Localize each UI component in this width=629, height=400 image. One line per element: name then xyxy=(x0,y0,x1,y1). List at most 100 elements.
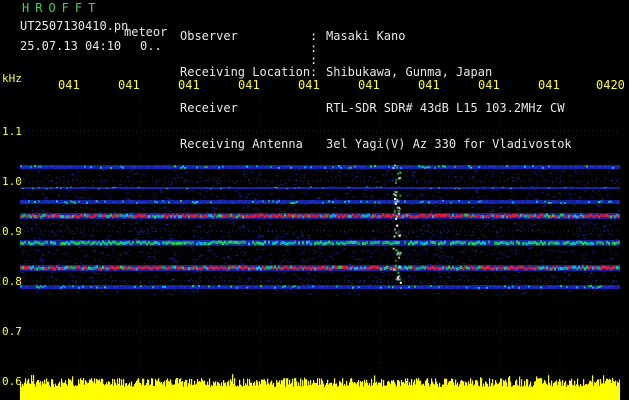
band-pixel xyxy=(204,265,206,269)
noise-speck xyxy=(187,192,190,194)
band-pixel xyxy=(206,186,208,188)
noise-speck xyxy=(325,293,328,295)
band-pixel xyxy=(494,165,496,168)
band-pixel xyxy=(596,266,598,270)
noise-speck xyxy=(211,230,214,232)
noise-speck xyxy=(486,174,489,176)
noise-speck xyxy=(201,204,204,206)
noise-speck xyxy=(583,235,586,237)
band-pixel xyxy=(550,285,552,288)
noise-speck xyxy=(507,178,510,180)
noise-speck xyxy=(222,199,224,200)
noise-speck xyxy=(556,177,559,179)
noise-speck xyxy=(301,283,304,284)
noise-speck xyxy=(382,174,385,176)
band-pixel xyxy=(616,202,618,204)
band-pixel xyxy=(590,213,592,217)
band-pixel xyxy=(350,200,352,203)
band-pixel xyxy=(224,240,226,244)
noise-speck xyxy=(300,211,303,212)
band-pixel xyxy=(232,214,234,218)
noise-speck xyxy=(307,189,310,191)
band-pixel xyxy=(586,187,588,189)
noise-speck xyxy=(601,198,604,200)
band-pixel xyxy=(34,201,36,203)
noise-speck xyxy=(151,226,154,228)
noise-speck xyxy=(277,278,280,280)
band-pixel xyxy=(222,241,224,245)
noise-speck xyxy=(544,205,547,207)
noise-speck xyxy=(286,233,288,235)
noise-speck xyxy=(281,260,284,262)
band-pixel xyxy=(432,286,434,289)
band-pixel xyxy=(540,165,542,168)
noise-speck xyxy=(520,221,523,223)
band-pixel xyxy=(180,200,182,203)
band-pixel xyxy=(366,200,368,203)
noise-speck xyxy=(109,277,112,279)
noise-speck xyxy=(330,176,333,178)
band-pixel xyxy=(484,267,486,271)
noise-speck xyxy=(552,233,555,235)
band-pixel xyxy=(46,214,48,218)
noise-speck xyxy=(176,260,179,262)
noise-speck xyxy=(262,222,265,224)
band-pixel xyxy=(188,267,190,271)
band-pixel xyxy=(302,241,304,245)
noise-speck xyxy=(316,180,319,182)
band-pixel xyxy=(78,200,80,203)
band-pixel xyxy=(236,187,238,189)
noise-speck xyxy=(203,190,206,192)
noise-speck xyxy=(21,249,24,251)
band-pixel xyxy=(370,201,372,204)
noise-speck xyxy=(64,191,67,193)
band-pixel xyxy=(288,241,290,245)
noise-speck xyxy=(577,233,580,235)
band-pixel xyxy=(618,266,620,270)
noise-speck xyxy=(426,230,429,232)
band-pixel xyxy=(532,186,534,188)
noise-speck xyxy=(229,248,232,250)
brand-title: HROFFT xyxy=(22,1,102,15)
noise-speck xyxy=(183,174,186,176)
band-pixel xyxy=(432,241,434,244)
band-pixel xyxy=(30,266,32,270)
band-pixel xyxy=(284,241,286,245)
band-pixel xyxy=(64,266,66,270)
band-pixel xyxy=(584,267,586,271)
band-pixel xyxy=(514,165,516,168)
noise-speck xyxy=(93,249,96,251)
noise-speck xyxy=(87,292,90,294)
noise-speck xyxy=(133,183,136,185)
noise-speck xyxy=(552,261,555,263)
noise-speck xyxy=(105,239,108,240)
noise-speck xyxy=(603,273,606,275)
noise-speck xyxy=(245,198,248,199)
band-pixel xyxy=(36,285,38,288)
band-pixel xyxy=(22,166,24,169)
band-pixel xyxy=(258,214,260,218)
band-pixel xyxy=(220,285,222,288)
noise-speck xyxy=(380,281,382,283)
noise-speck xyxy=(254,177,257,179)
band-pixel xyxy=(350,166,352,169)
band-pixel xyxy=(58,286,60,289)
noise-speck xyxy=(316,173,319,175)
band-pixel xyxy=(508,267,510,271)
noise-speck xyxy=(112,249,114,251)
noise-speck xyxy=(439,235,441,237)
noise-speck xyxy=(351,172,354,174)
band-pixel xyxy=(292,285,294,288)
noise-speck xyxy=(406,236,409,238)
noise-speck xyxy=(487,282,490,284)
noise-speck xyxy=(520,227,523,228)
band-pixel xyxy=(292,165,294,168)
band-pixel xyxy=(122,214,124,218)
noise-speck xyxy=(99,175,101,177)
noise-speck xyxy=(169,258,172,259)
band-pixel xyxy=(530,266,532,270)
band-pixel xyxy=(62,266,64,270)
band-pixel xyxy=(612,166,614,169)
band-pixel xyxy=(216,241,218,245)
noise-speck xyxy=(610,246,613,248)
